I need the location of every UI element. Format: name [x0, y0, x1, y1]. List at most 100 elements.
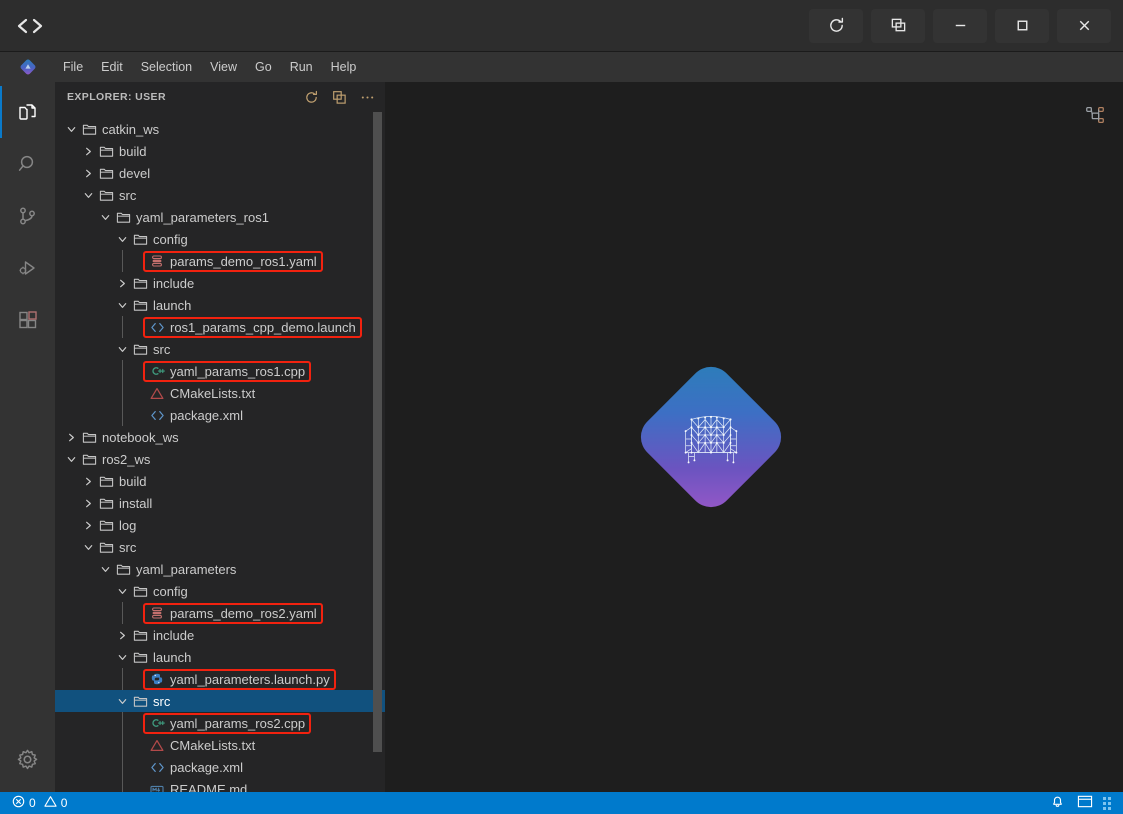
tree-folder-row[interactable]: log	[55, 514, 385, 536]
tree-file-row[interactable]: yaml_parameters.launch.py	[55, 668, 385, 690]
refresh-explorer-icon[interactable]	[304, 90, 319, 105]
panel-layout-icon	[1077, 794, 1093, 812]
tree-folder-row[interactable]: config	[55, 228, 385, 250]
sidebar-scrollbar-thumb[interactable]	[373, 112, 382, 752]
status-bar: 0 0	[0, 792, 1123, 814]
tree-file-row[interactable]: yaml_params_ros2.cpp	[55, 712, 385, 734]
tree-file-row[interactable]: params_demo_ros2.yaml	[55, 602, 385, 624]
folder-icon	[96, 518, 116, 533]
tree-folder-row[interactable]: build	[55, 470, 385, 492]
tree-folder-row[interactable]: src	[55, 536, 385, 558]
tree-folder-row[interactable]: src	[55, 184, 385, 206]
explorer-sidebar: EXPLORER: USER catkin_ws build devel src…	[55, 82, 385, 792]
tree-folder-row[interactable]: catkin_ws	[55, 118, 385, 140]
collapse-all-icon[interactable]	[332, 90, 347, 105]
red-highlight-box: yaml_parameters.launch.py	[143, 668, 336, 690]
chevron-down-icon[interactable]	[63, 124, 79, 135]
python-file-icon	[147, 672, 167, 686]
tree-file-row[interactable]: ros1_params_cpp_demo.launch	[55, 316, 385, 338]
menu-go[interactable]: Go	[247, 56, 280, 78]
tree-row-content: CMakeLists.txt	[147, 738, 255, 753]
sidebar-item-search[interactable]	[0, 138, 55, 190]
sidebar-item-run-debug[interactable]	[0, 242, 55, 294]
tree-file-row[interactable]: yaml_params_ros1.cpp	[55, 360, 385, 382]
tree-row-content: yaml_parameters_ros1	[113, 210, 269, 225]
tree-folder-row[interactable]: include	[55, 624, 385, 646]
chevron-down-icon[interactable]	[63, 454, 79, 465]
refresh-button[interactable]	[809, 8, 863, 43]
tree-file-row[interactable]: package.xml	[55, 756, 385, 778]
tree-folder-row[interactable]: yaml_parameters	[55, 558, 385, 580]
file-tree[interactable]: catkin_ws build devel src yaml_parameters_ro…	[55, 112, 385, 792]
chevron-right-icon[interactable]	[80, 520, 96, 531]
menu-edit[interactable]: Edit	[93, 56, 131, 78]
settings-gear-button[interactable]	[0, 740, 55, 792]
chevron-down-icon[interactable]	[114, 344, 130, 355]
chevron-right-icon[interactable]	[114, 630, 130, 641]
menu-help[interactable]: Help	[323, 56, 365, 78]
sidebar-item-explorer[interactable]	[0, 86, 55, 138]
menu-selection[interactable]: Selection	[133, 56, 200, 78]
tree-file-row[interactable]: CMakeLists.txt	[55, 734, 385, 756]
tree-item-label: README.md	[170, 781, 248, 793]
maximize-button[interactable]	[995, 8, 1049, 43]
outline-hierarchy-icon[interactable]	[1084, 104, 1106, 131]
editor-right-toolbar	[1066, 82, 1123, 792]
tree-file-row[interactable]: params_demo_ros1.yaml	[55, 250, 385, 272]
duplicate-window-button[interactable]	[871, 8, 925, 43]
tree-item-label: ros1_params_cpp_demo.launch	[170, 319, 356, 335]
cmake-file-icon	[147, 739, 167, 752]
editor-area	[385, 82, 1066, 792]
chevron-down-icon[interactable]	[80, 542, 96, 553]
chevron-down-icon[interactable]	[114, 652, 130, 663]
tree-folder-row[interactable]: install	[55, 492, 385, 514]
chevron-down-icon[interactable]	[97, 564, 113, 575]
chevron-down-icon[interactable]	[114, 234, 130, 245]
tree-folder-row[interactable]: src	[55, 338, 385, 360]
chevron-right-icon[interactable]	[80, 146, 96, 157]
tree-row-content: src	[130, 342, 170, 357]
tree-folder-row[interactable]: launch	[55, 294, 385, 316]
tree-folder-row[interactable]: notebook_ws	[55, 426, 385, 448]
minimize-button[interactable]	[933, 8, 987, 43]
chevron-down-icon[interactable]	[97, 212, 113, 223]
menu-view[interactable]: View	[202, 56, 245, 78]
chevron-right-icon[interactable]	[80, 168, 96, 179]
red-highlight-box: yaml_params_ros1.cpp	[142, 360, 312, 382]
tree-item-label: config	[153, 231, 188, 247]
chevron-down-icon[interactable]	[114, 696, 130, 707]
folder-icon	[130, 342, 150, 357]
sidebar-scrollbar[interactable]	[371, 82, 385, 792]
tree-folder-row[interactable]: launch	[55, 646, 385, 668]
menu-run[interactable]: Run	[282, 56, 321, 78]
chevron-right-icon[interactable]	[80, 498, 96, 509]
tree-item-label: CMakeLists.txt	[170, 737, 256, 753]
chevron-down-icon[interactable]	[114, 586, 130, 597]
close-button[interactable]	[1057, 8, 1111, 43]
sidebar-item-extensions[interactable]	[0, 294, 55, 346]
chevron-down-icon[interactable]	[114, 300, 130, 311]
sidebar-item-source-control[interactable]	[0, 190, 55, 242]
tree-file-row[interactable]: package.xml	[55, 404, 385, 426]
chevron-down-icon[interactable]	[80, 190, 96, 201]
chevron-right-icon[interactable]	[63, 432, 79, 443]
notifications-bell-button[interactable]	[1044, 792, 1071, 814]
error-count: 0	[29, 796, 36, 810]
chevron-right-icon[interactable]	[114, 278, 130, 289]
status-problems[interactable]: 0 0	[6, 792, 73, 814]
tree-file-row[interactable]: README.md	[55, 778, 385, 792]
tree-folder-row[interactable]: ros2_ws	[55, 448, 385, 470]
tree-file-row[interactable]: CMakeLists.txt	[55, 382, 385, 404]
tree-folder-row[interactable]: config	[55, 580, 385, 602]
panel-layout-button[interactable]	[1071, 792, 1117, 814]
chevron-right-icon[interactable]	[80, 476, 96, 487]
tree-folder-row[interactable]: include	[55, 272, 385, 294]
tree-folder-row[interactable]: yaml_parameters_ros1	[55, 206, 385, 228]
tree-folder-row[interactable]: devel	[55, 162, 385, 184]
tree-folder-row[interactable]: src	[55, 690, 385, 712]
error-circle-icon	[12, 795, 25, 811]
menu-file[interactable]: File	[55, 56, 91, 78]
tree-row-content: README.md	[147, 781, 248, 793]
tree-folder-row[interactable]: build	[55, 140, 385, 162]
layout-dots-icon	[1103, 796, 1111, 810]
